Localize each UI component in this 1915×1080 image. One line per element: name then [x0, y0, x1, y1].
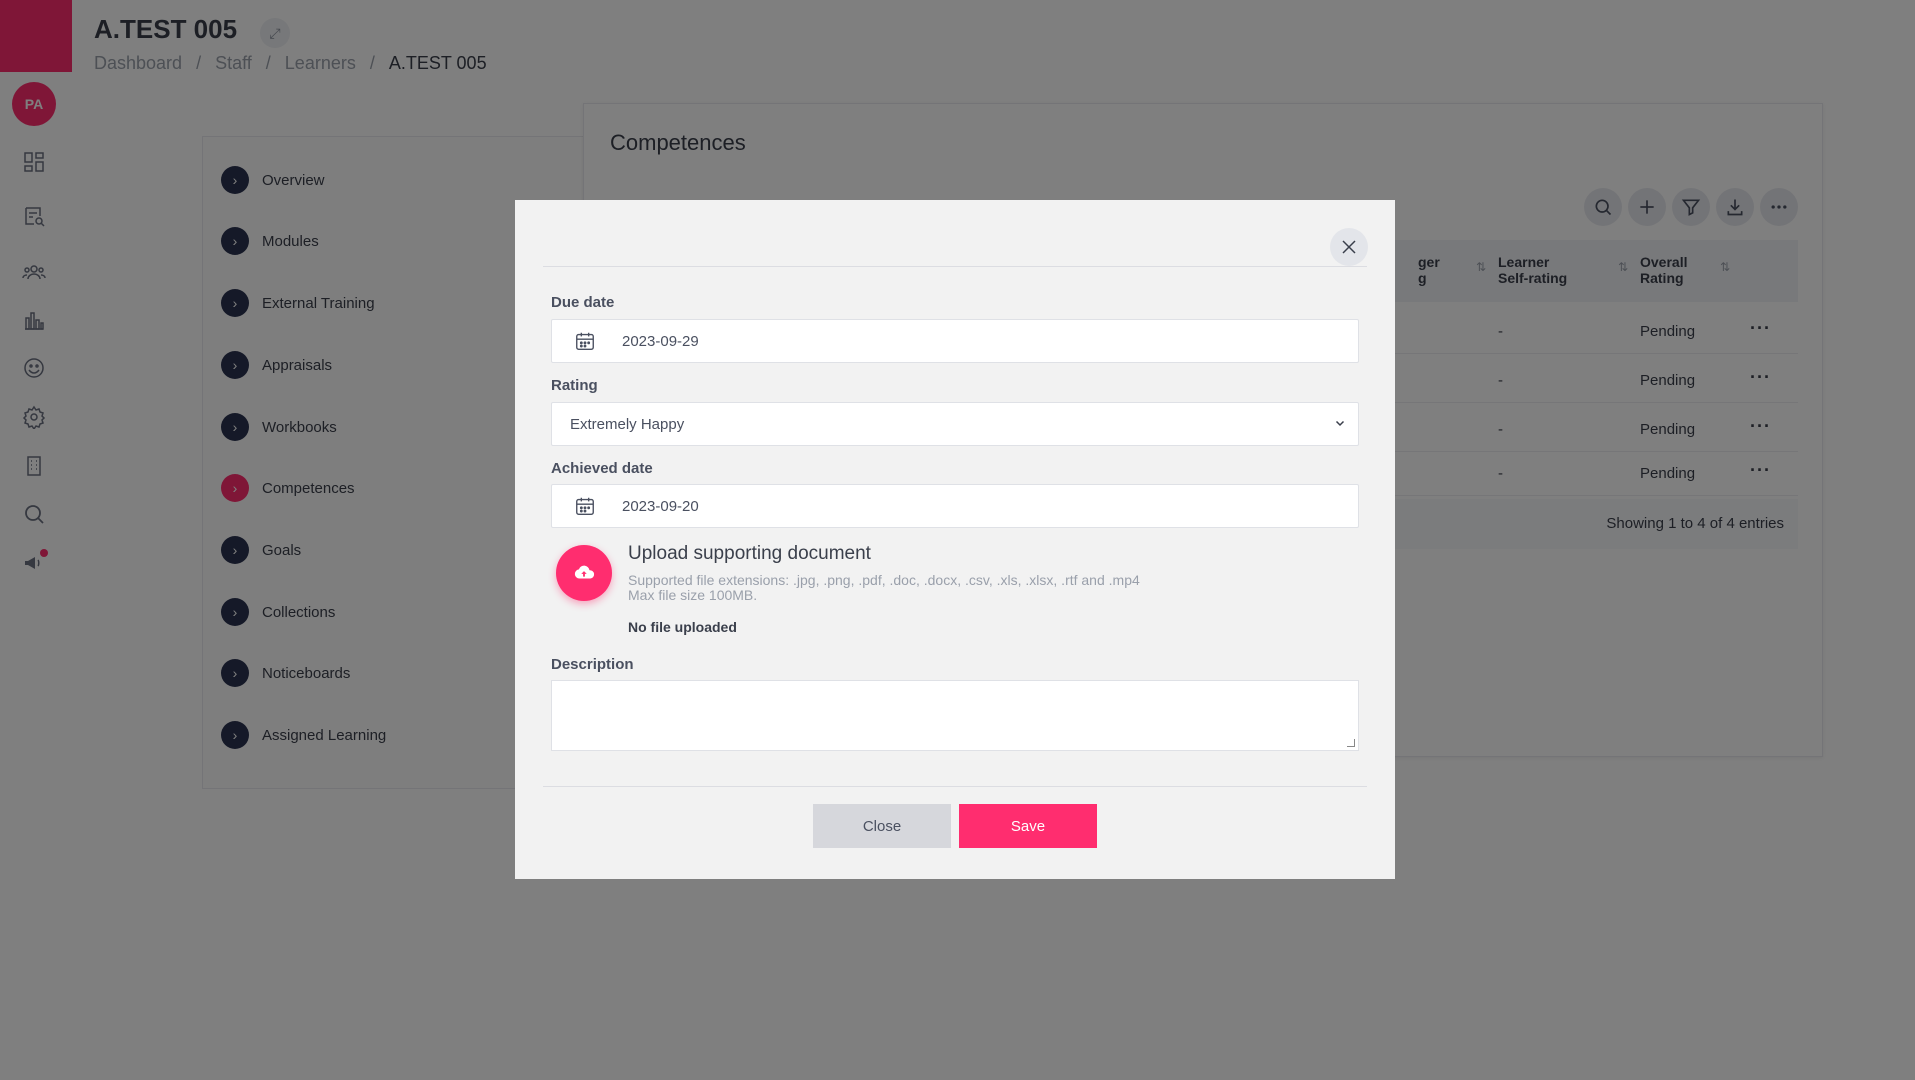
close-icon[interactable] — [1330, 228, 1368, 266]
save-button[interactable]: Save — [959, 804, 1097, 848]
calendar-icon[interactable] — [552, 484, 618, 528]
divider — [543, 786, 1367, 787]
close-button[interactable]: Close — [813, 804, 951, 848]
chevron-down-icon — [1334, 417, 1358, 432]
due-date-value: 2023-09-29 — [622, 332, 699, 350]
achieved-date-value: 2023-09-20 — [622, 497, 699, 515]
description-label: Description — [551, 656, 634, 673]
achieved-date-label: Achieved date — [551, 460, 653, 477]
cloud-upload-icon — [574, 565, 595, 579]
rating-select[interactable]: Extremely Happy — [551, 402, 1359, 446]
description-textarea[interactable] — [551, 680, 1359, 751]
resize-handle-icon[interactable] — [1347, 739, 1355, 747]
rating-label: Rating — [551, 377, 598, 394]
upload-hint: Supported file extensions: .jpg, .png, .… — [628, 572, 1140, 603]
upload-title: Upload supporting document — [628, 543, 871, 564]
divider — [543, 266, 1367, 267]
upload-button[interactable] — [556, 545, 612, 601]
calendar-icon[interactable] — [552, 319, 618, 363]
upload-status: No file uploaded — [628, 619, 737, 635]
due-date-field[interactable]: 2023-09-29 — [551, 319, 1359, 363]
due-date-label: Due date — [551, 294, 615, 311]
competence-edit-modal: Due date 2023-09-29 Rating Extremely Hap… — [515, 200, 1395, 879]
achieved-date-field[interactable]: 2023-09-20 — [551, 484, 1359, 528]
rating-value: Extremely Happy — [570, 415, 685, 433]
